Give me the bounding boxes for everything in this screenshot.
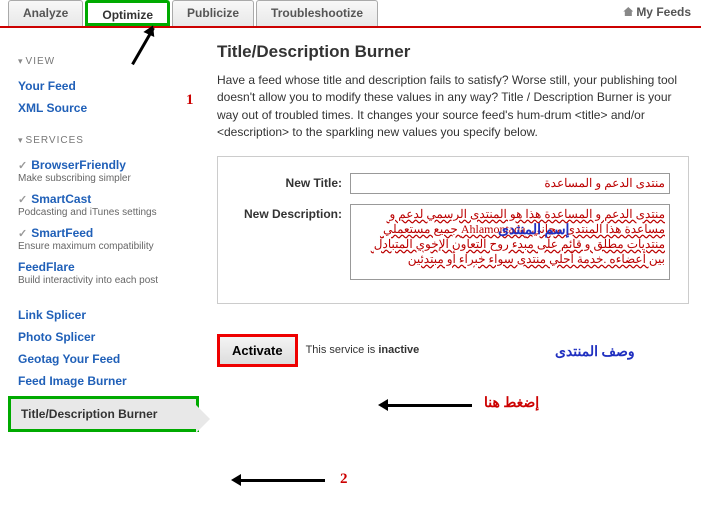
nav-linksplicer[interactable]: Link Splicer xyxy=(18,304,199,326)
textarea-new-description[interactable]: منتدى الدعم و المساعدة هذا هو المنتدى ال… xyxy=(350,204,670,280)
nav-browserfriendly[interactable]: ✓BrowserFriendlyMake subscribing simpler xyxy=(18,154,199,188)
nav-photosplicer[interactable]: Photo Splicer xyxy=(18,326,199,348)
annotation-arrow-activate xyxy=(382,404,472,407)
house-icon xyxy=(623,7,633,16)
tab-analyze[interactable]: Analyze xyxy=(8,0,83,26)
section-view: ▾VIEW xyxy=(18,56,199,67)
tab-publicize[interactable]: Publicize xyxy=(172,0,254,26)
nav-your-feed[interactable]: Your Feed xyxy=(18,75,199,97)
label-new-title: New Title: xyxy=(228,173,350,194)
annotation-number-2: 2 xyxy=(340,471,348,488)
annotation-press-here: إضغط هنا xyxy=(484,395,539,412)
annotation-number-1: 1 xyxy=(186,92,194,109)
nav-feedflare[interactable]: FeedFlareBuild interactivity into each p… xyxy=(18,256,199,290)
label-new-description: New Description: xyxy=(228,204,350,283)
nav-smartcast[interactable]: ✓SmartCastPodcasting and iTunes settings xyxy=(18,188,199,222)
nav-geotag[interactable]: Geotag Your Feed xyxy=(18,348,199,370)
page-description: Have a feed whose title and description … xyxy=(217,72,689,142)
annotation-title-ar: إسم المنتدى xyxy=(498,222,569,239)
input-new-title[interactable] xyxy=(350,173,670,194)
nav-smartfeed[interactable]: ✓SmartFeedEnsure maximum compatibility xyxy=(18,222,199,256)
service-status: This service is inactive xyxy=(306,344,420,356)
activate-button[interactable]: Activate xyxy=(217,334,298,367)
page-title: Title/Description Burner xyxy=(217,42,689,62)
nav-titledesc-selected[interactable]: Title/Description Burner xyxy=(8,396,199,432)
check-icon: ✓ xyxy=(18,160,27,172)
nav-xml-source[interactable]: XML Source xyxy=(18,97,199,119)
section-services: ▾SERVICES xyxy=(18,135,199,146)
check-icon: ✓ xyxy=(18,194,27,206)
form-box: New Title: New Description: منتدى الدعم … xyxy=(217,156,689,304)
my-feeds-link[interactable]: My Feeds xyxy=(613,0,701,26)
tab-troubleshootize[interactable]: Troubleshootize xyxy=(256,0,378,26)
nav-feedimage[interactable]: Feed Image Burner xyxy=(18,370,199,392)
annotation-desc-ar: وصف المنتدى xyxy=(555,344,635,361)
annotation-arrow-2 xyxy=(235,479,325,482)
check-icon: ✓ xyxy=(18,228,27,240)
